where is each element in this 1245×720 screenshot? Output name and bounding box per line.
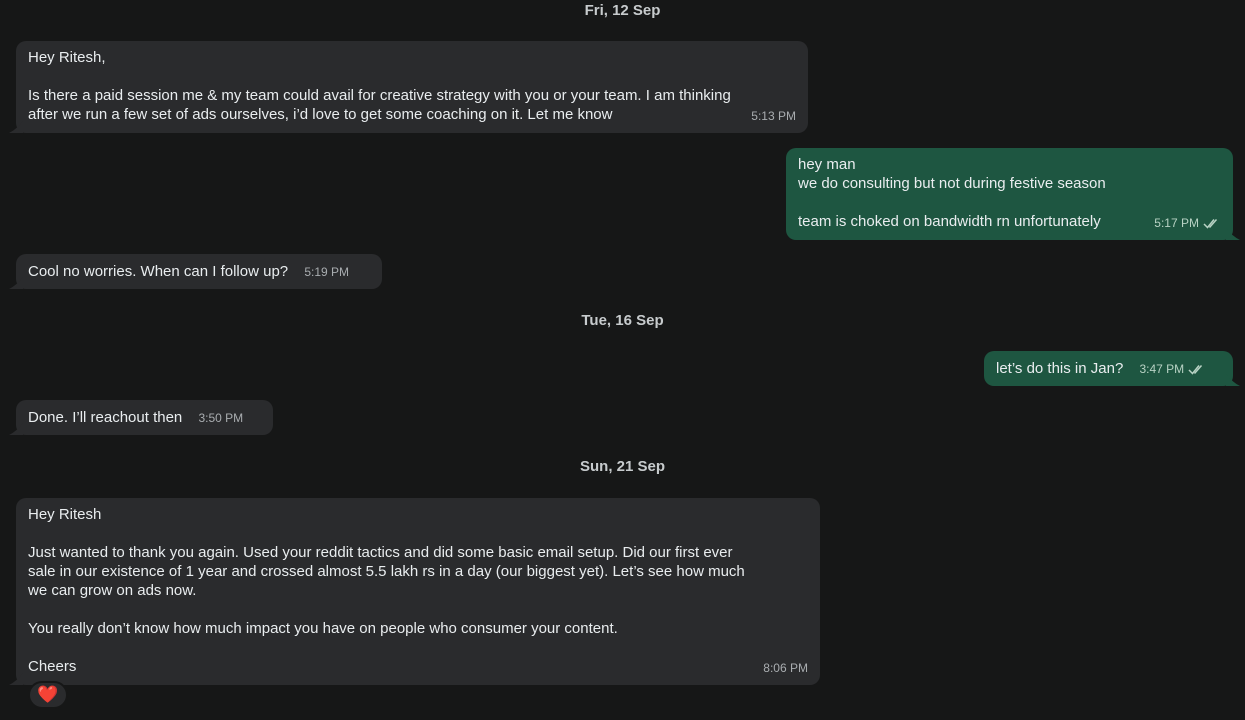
incoming-message[interactable]: Hey Ritesh Just wanted to thank you agai… [9, 498, 820, 685]
heart-reaction[interactable]: ❤️ [28, 681, 68, 709]
bubble-tail [9, 423, 23, 435]
bubble-tail [9, 277, 23, 289]
incoming-message[interactable]: Cool no worries. When can I follow up? 5… [9, 254, 382, 289]
message-meta: 3:47 PM [1139, 360, 1206, 379]
bubble-tail [1226, 228, 1240, 240]
message-time: 8:06 PM [763, 661, 808, 675]
message-meta: 8:06 PM [763, 659, 808, 678]
date-separator: Tue, 16 Sep [581, 312, 664, 329]
message-text: Cool no worries. When can I follow up? [28, 263, 289, 280]
message-time: 5:17 PM [1154, 216, 1199, 230]
bubble-tail [1226, 374, 1240, 386]
message-time: 5:13 PM [751, 109, 796, 123]
outgoing-message[interactable]: let’s do this in Jan? 3:47 PM [984, 351, 1240, 386]
date-separator: Fri, 12 Sep [584, 2, 661, 19]
message-text: let’s do this in Jan? [996, 360, 1124, 377]
message-meta: 5:19 PM [304, 263, 349, 282]
message-text: Hey Ritesh Just wanted to thank you agai… [28, 506, 745, 675]
message-text: Hey Ritesh, Is there a paid session me &… [28, 49, 731, 123]
message-meta: 5:17 PM [1154, 214, 1221, 233]
outgoing-message[interactable]: hey man we do consulting but not during … [786, 148, 1240, 240]
message-text: Done. I’ll reachout then [28, 409, 183, 426]
heart-icon: ❤️ [37, 685, 59, 704]
message-time: 5:19 PM [304, 265, 350, 279]
bubble-tail [9, 673, 23, 685]
double-check-icon [1203, 219, 1218, 229]
message-meta: 3:50 PM [198, 409, 243, 428]
incoming-message[interactable]: Done. I’ll reachout then 3:50 PM [9, 400, 273, 435]
date-separator: Sun, 21 Sep [579, 458, 666, 475]
double-check-icon [1188, 365, 1203, 375]
message-time: 3:47 PM [1139, 362, 1185, 376]
message-time: 3:50 PM [198, 411, 244, 425]
message-meta: 5:13 PM [751, 107, 796, 126]
bubble-tail [9, 121, 23, 133]
incoming-message[interactable]: Hey Ritesh, Is there a paid session me &… [9, 41, 808, 133]
